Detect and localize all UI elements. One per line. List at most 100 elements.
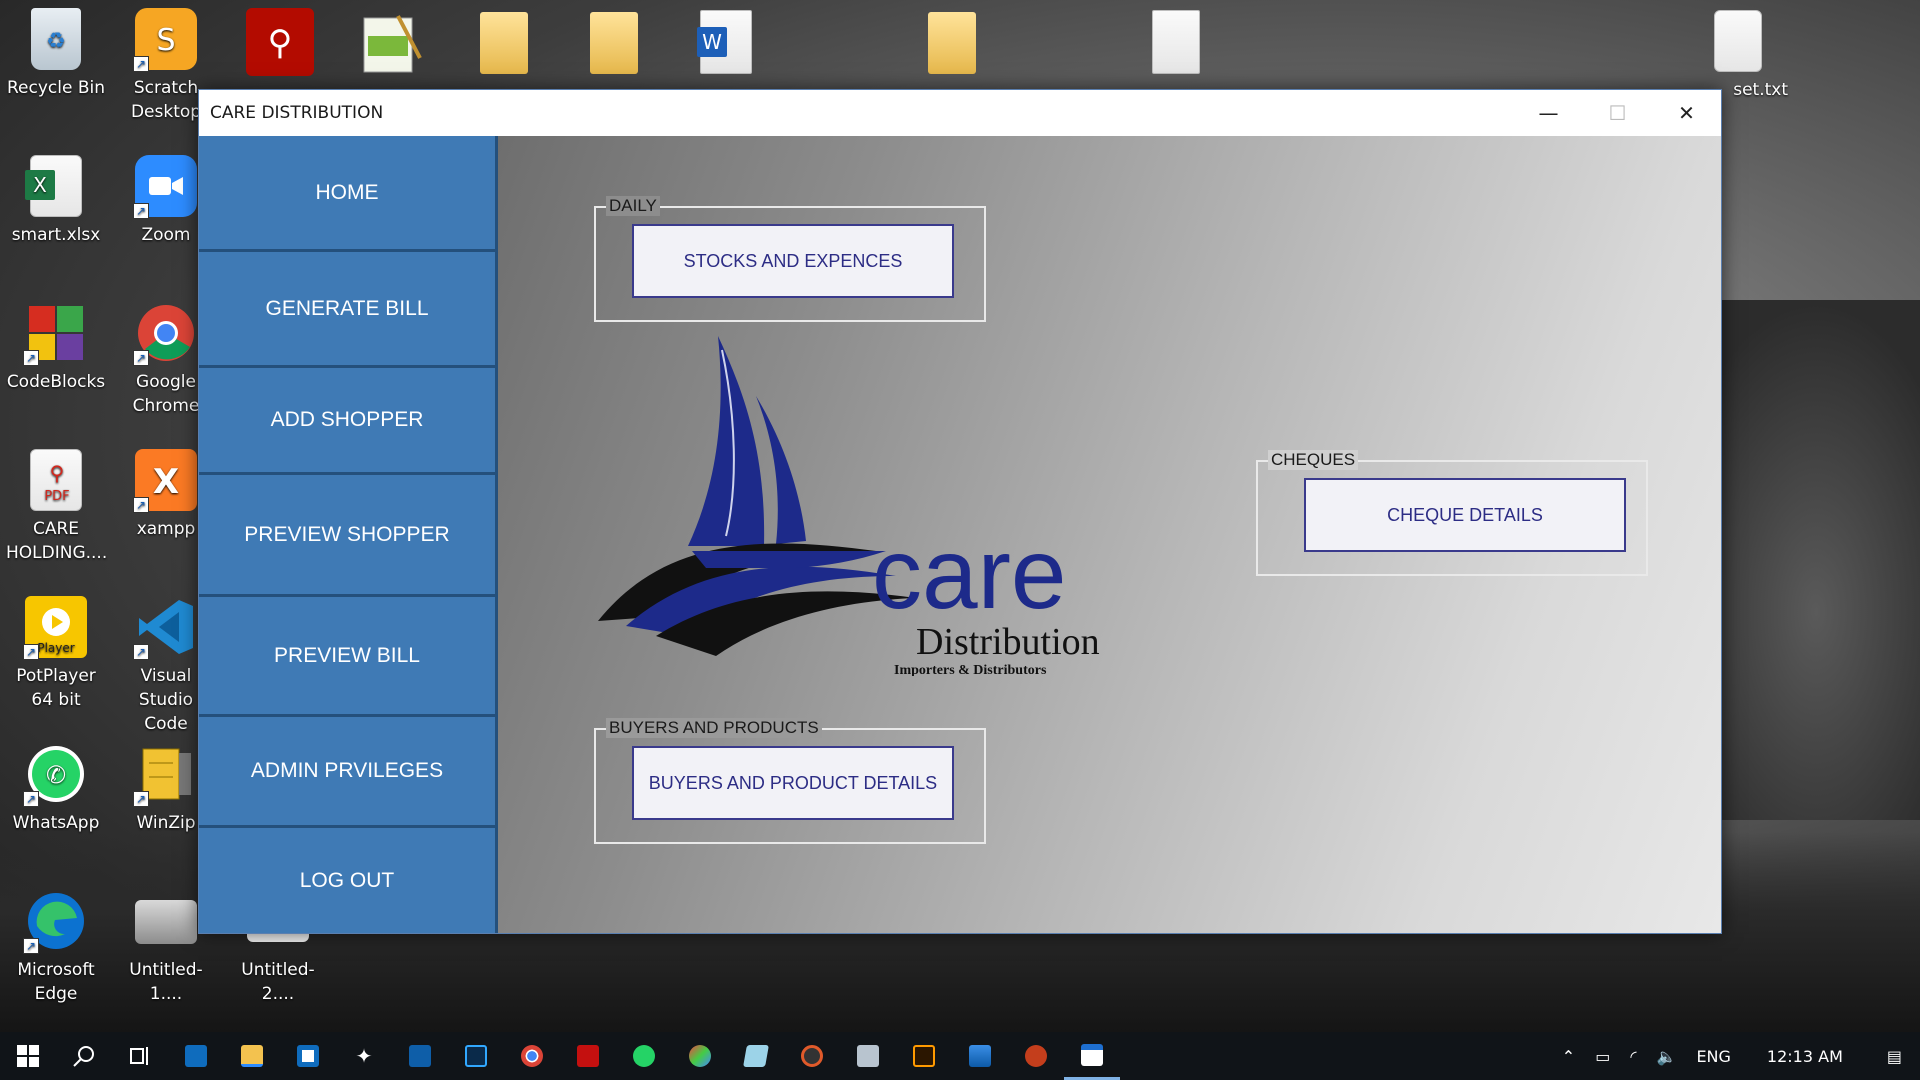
shortcut-arrow-icon: ↗: [23, 350, 39, 366]
desktop-icon-label: smart.xlsx: [11, 225, 101, 245]
svg-text:Player: Player: [37, 641, 74, 655]
dropbox-icon[interactable]: ✦: [336, 1032, 392, 1080]
sidebar-item-label: ADMIN PRVILEGES: [250, 759, 444, 782]
maximize-button[interactable]: ☐: [1583, 90, 1652, 136]
sidebar-item-log-out[interactable]: LOG OUT: [199, 828, 495, 933]
notification-icon[interactable]: ▤: [1869, 1047, 1920, 1066]
paint-icon[interactable]: [672, 1032, 728, 1080]
wifi-icon[interactable]: ◜: [1620, 1047, 1646, 1066]
daily-legend: DAILY: [606, 196, 660, 216]
buyers-legend: BUYERS AND PRODUCTS: [606, 718, 822, 738]
logo-sub: Distribution: [916, 621, 1100, 663]
chevron-up-icon[interactable]: ⌃: [1552, 1047, 1585, 1066]
media-icon[interactable]: [784, 1032, 840, 1080]
illustrator-icon[interactable]: [896, 1032, 952, 1080]
stocks-and-expences-button[interactable]: STOCKS AND EXPENCES: [632, 224, 954, 298]
text-file-icon: [1714, 10, 1762, 72]
svg-text:⚲: ⚲: [50, 461, 65, 485]
sidebar: HOME GENERATE BILL ADD SHOPPER PREVIEW S…: [199, 136, 498, 933]
desktop-icon-codeblocks[interactable]: ↗ CodeBlocks: [6, 302, 106, 394]
window-app-icon[interactable]: [1064, 1032, 1120, 1080]
svg-text:X: X: [153, 462, 179, 502]
sidebar-item-preview-shopper[interactable]: PREVIEW SHOPPER: [199, 475, 495, 597]
logo-word: care: [872, 518, 1067, 630]
close-button[interactable]: ✕: [1652, 90, 1721, 136]
acrobat-icon[interactable]: [560, 1032, 616, 1080]
sidebar-item-label: HOME: [315, 180, 379, 204]
codeblocks-icon: ↗: [23, 302, 87, 366]
network-icon[interactable]: [840, 1032, 896, 1080]
task-view-icon[interactable]: [112, 1032, 168, 1080]
pdf-icon: ⚲ PDF: [30, 449, 82, 511]
acrobat-icon[interactable]: ⚲: [246, 8, 314, 76]
sidebar-item-home[interactable]: HOME: [199, 136, 495, 252]
notepad-icon[interactable]: [728, 1032, 784, 1080]
shortcut-arrow-icon: ↗: [23, 791, 39, 807]
shortcut-arrow-icon: ↗: [133, 644, 149, 660]
folder-icon[interactable]: [928, 12, 976, 74]
desktop-icon-excel[interactable]: X smart.xlsx: [6, 155, 106, 247]
sidebar-item-generate-bill[interactable]: GENERATE BILL: [199, 252, 495, 368]
sidebar-item-label: LOG OUT: [299, 868, 395, 892]
photos-icon[interactable]: [952, 1032, 1008, 1080]
word-icon[interactable]: W: [697, 10, 752, 74]
minimize-icon: —: [1538, 101, 1559, 125]
sidebar-item-add-shopper[interactable]: ADD SHOPPER: [199, 368, 495, 475]
desktop-icon-pdf[interactable]: ⚲ PDF CARE HOLDING....: [6, 449, 108, 565]
button-label: STOCKS AND EXPENCES: [683, 250, 903, 271]
app-icon[interactable]: [392, 1032, 448, 1080]
window-title: CARE DISTRIBUTION: [210, 103, 384, 123]
battery-icon[interactable]: ▭: [1585, 1047, 1620, 1066]
image-file-icon: [135, 900, 197, 944]
sidebar-item-preview-bill[interactable]: PREVIEW BILL: [199, 597, 495, 717]
minimize-button[interactable]: —: [1514, 90, 1583, 136]
care-distribution-logo: care Distribution Importers & Distributo…: [596, 336, 1126, 678]
desktop-icon-potplayer[interactable]: Player ↗ PotPlayer 64 bit: [6, 596, 106, 712]
app-window: CARE DISTRIBUTION — ☐ ✕ HOME GENERATE BI…: [198, 89, 1722, 934]
folder-icon[interactable]: [590, 12, 638, 74]
desktop-icon-whatsapp[interactable]: ✆ ↗ WhatsApp: [6, 743, 106, 835]
chrome-icon[interactable]: [504, 1032, 560, 1080]
sidebar-item-admin-privileges[interactable]: ADMIN PRVILEGES: [199, 717, 495, 828]
potplayer-icon: Player ↗: [23, 596, 87, 660]
logo-tagline: Importers & Distributors: [894, 663, 1047, 676]
title-bar[interactable]: CARE DISTRIBUTION — ☐ ✕: [199, 90, 1721, 136]
language-indicator[interactable]: ENG: [1686, 1047, 1740, 1066]
file-explorer-icon[interactable]: [224, 1032, 280, 1080]
cheque-details-button[interactable]: CHEQUE DETAILS: [1304, 478, 1626, 552]
whatsapp-icon[interactable]: [616, 1032, 672, 1080]
desktop-icon-edge[interactable]: ↗ Microsoft Edge: [6, 890, 106, 1006]
folder-icon[interactable]: [480, 12, 528, 74]
desktop-icon-label: Microsoft Edge: [17, 960, 95, 1004]
daily-group: DAILY STOCKS AND EXPENCES: [594, 196, 986, 322]
chrome-icon: ↗: [133, 302, 197, 366]
zoom-icon: ↗: [133, 155, 197, 219]
svg-text:S: S: [156, 23, 175, 58]
volume-icon[interactable]: 🔈: [1647, 1047, 1687, 1066]
desktop-icon-recycle-bin[interactable]: ♻ Recycle Bin: [6, 8, 106, 100]
system-tray: ⌃ ▭ ◜ 🔈 ENG 12:13 AM ▤: [1552, 1032, 1920, 1080]
svg-text:PDF: PDF: [44, 489, 69, 504]
sidebar-item-label: ADD SHOPPER: [270, 408, 424, 431]
shortcut-arrow-icon: ↗: [23, 644, 39, 660]
store-icon[interactable]: [280, 1032, 336, 1080]
shortcut-arrow-icon: ↗: [133, 203, 149, 219]
photoshop-icon[interactable]: [448, 1032, 504, 1080]
search-icon[interactable]: [56, 1032, 112, 1080]
desktop-icon-label: Recycle Bin: [6, 78, 105, 98]
buyers-and-product-details-button[interactable]: BUYERS AND PRODUCT DETAILS: [632, 746, 954, 820]
clock[interactable]: 12:13 AM: [1741, 1047, 1869, 1066]
notepad-plus-icon[interactable]: [358, 8, 426, 76]
edge-icon: ↗: [23, 890, 87, 954]
mail-icon[interactable]: [168, 1032, 224, 1080]
close-icon: ✕: [1678, 101, 1695, 125]
shortcut-arrow-icon: ↗: [23, 938, 39, 954]
xampp-icon: X ↗: [133, 449, 197, 513]
start-icon[interactable]: [0, 1032, 56, 1080]
desktop-icon-label: CARE HOLDING....: [6, 519, 108, 563]
svg-text:♻: ♻: [46, 29, 66, 54]
powerpoint-icon[interactable]: [1008, 1032, 1064, 1080]
excel-icon: X: [25, 155, 82, 217]
text-file-icon[interactable]: [1152, 10, 1200, 74]
button-label: BUYERS AND PRODUCT DETAILS: [648, 772, 938, 793]
